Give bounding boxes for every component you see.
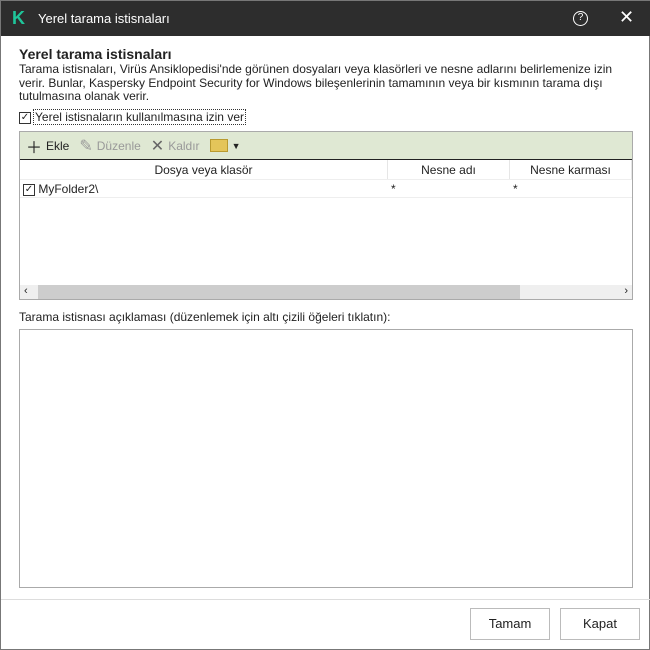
checkbox-label: Yerel istisnaların kullanılmasına izin v… (33, 109, 246, 125)
page-title: Yerel tarama istisnaları (19, 46, 172, 62)
window-title: Yerel tarama istisnaları (38, 11, 170, 26)
help-icon[interactable]: ? (573, 11, 588, 26)
kaspersky-logo: K (12, 8, 25, 28)
row-name: * (391, 182, 396, 196)
row-hash: * (513, 182, 518, 196)
horizontal-scrollbar[interactable]: ‹ › (20, 285, 632, 299)
exclusion-description-box[interactable] (19, 329, 633, 588)
ok-button[interactable]: Tamam (470, 608, 550, 640)
scroll-right-icon[interactable]: › (624, 285, 628, 297)
table-row[interactable]: ✓ MyFolder2\ * * (20, 180, 632, 198)
checkbox-checked-icon[interactable]: ✓ (19, 111, 31, 124)
remove-button[interactable]: ✕ Kaldır (151, 136, 200, 156)
edit-button[interactable]: ✎ Düzenle (79, 136, 140, 156)
scrollbar-thumb[interactable] (38, 285, 520, 299)
scroll-left-icon[interactable]: ‹ (24, 285, 28, 297)
description-text: Tarama istisnaları, Virüs Ansiklopedisi'… (19, 62, 613, 103)
toolbar: ＋ Ekle ✎ Düzenle ✕ Kaldır ▼ (20, 132, 632, 160)
title-bar: K Yerel tarama istisnaları ? ✕ (1, 1, 650, 36)
dropdown-arrow-icon: ▼ (231, 140, 241, 151)
table-header: Dosya veya klasör Nesne adı Nesne karmas… (20, 160, 632, 180)
remove-label: Kaldır (168, 138, 200, 153)
column-name[interactable]: Nesne adı (388, 160, 510, 179)
plus-icon: ＋ (26, 139, 43, 157)
exclusion-description-label: Tarama istisnası açıklaması (düzenlemek … (19, 310, 391, 324)
row-path: MyFolder2\ (38, 182, 99, 196)
column-path[interactable]: Dosya veya klasör (20, 160, 388, 179)
row-checkbox[interactable]: ✓ (23, 183, 35, 196)
allow-local-exclusions-checkbox[interactable]: ✓ Yerel istisnaların kullanılmasına izin … (19, 109, 246, 125)
x-icon: ✕ (150, 137, 165, 155)
edit-label: Düzenle (96, 138, 141, 153)
close-icon[interactable]: ✕ (619, 7, 634, 28)
folder-menu-button[interactable]: ▼ (209, 139, 241, 152)
pencil-icon: ✎ (79, 137, 93, 155)
column-hash[interactable]: Nesne karması (510, 160, 632, 179)
add-button[interactable]: ＋ Ekle (26, 134, 69, 158)
exclusions-table: ＋ Ekle ✎ Düzenle ✕ Kaldır ▼ Dosya veya klas… (19, 131, 633, 300)
footer-divider (1, 599, 650, 600)
folder-icon (209, 139, 228, 152)
close-button[interactable]: Kapat (560, 608, 640, 640)
add-label: Ekle (46, 138, 70, 153)
